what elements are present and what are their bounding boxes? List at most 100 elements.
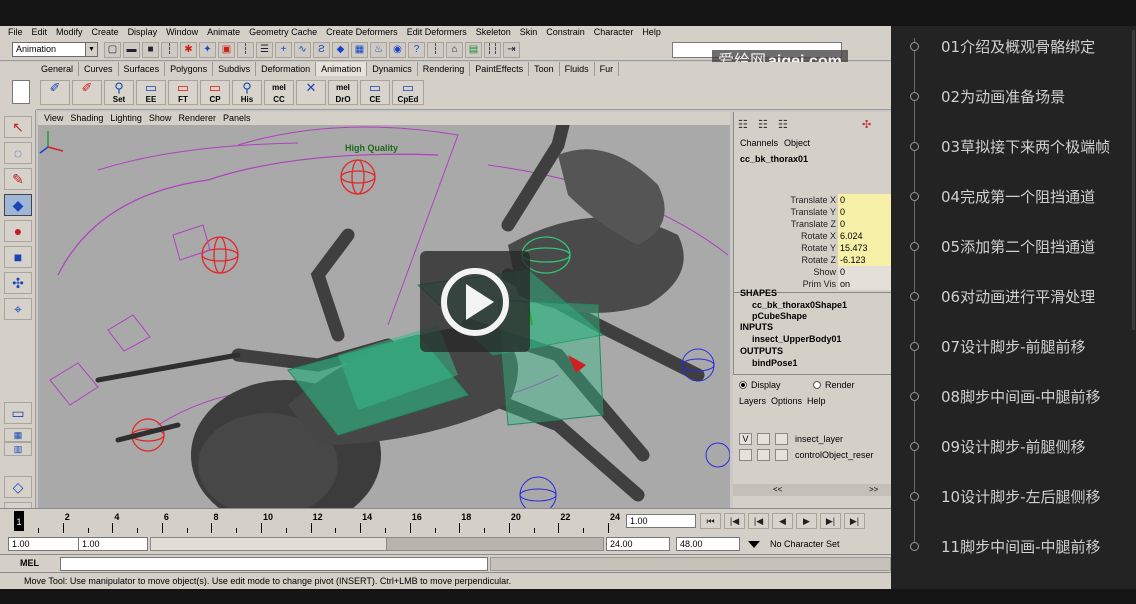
- menu-edit-deformers[interactable]: Edit Deformers: [403, 26, 472, 39]
- shelf-button-cp[interactable]: ▭ CP: [200, 80, 230, 105]
- snap-grid-icon[interactable]: +: [275, 42, 292, 58]
- play-backward-icon[interactable]: ◀: [772, 513, 793, 529]
- chapter-item[interactable]: 08脚步中间画-中腿前移: [891, 378, 1136, 428]
- scroll-left-icon[interactable]: <<: [773, 484, 782, 496]
- render-icon[interactable]: ⌂: [446, 42, 463, 58]
- layer-color-swatch[interactable]: [775, 449, 788, 461]
- channel-row[interactable]: Show 0: [734, 266, 891, 278]
- menu-help[interactable]: Help: [638, 26, 666, 39]
- range-bar[interactable]: [150, 537, 604, 551]
- pin-icon[interactable]: ✣: [862, 118, 871, 131]
- shelf-tab-surfaces[interactable]: Surfaces: [119, 62, 166, 76]
- animation-end-field[interactable]: 48.00: [676, 537, 740, 551]
- shelf-tab-general[interactable]: General: [36, 62, 80, 76]
- shelf-button-ft[interactable]: ▭ FT: [168, 80, 198, 105]
- shelf-button-ee[interactable]: ▭ EE: [136, 80, 166, 105]
- shelf-button-his[interactable]: ⚲ His: [232, 80, 262, 105]
- select-object-icon[interactable]: ✦: [199, 42, 216, 58]
- show-manipulator-icon[interactable]: ✣: [4, 272, 32, 294]
- input-line-icon[interactable]: ⇥: [503, 42, 520, 58]
- menu-skeleton[interactable]: Skeleton: [472, 26, 516, 39]
- 3d-viewport[interactable]: High Quality: [38, 125, 730, 508]
- menu-create[interactable]: Create: [88, 26, 124, 39]
- history-icon[interactable]: ♨: [370, 42, 387, 58]
- channel-row[interactable]: Translate X0: [734, 194, 891, 206]
- shelf-button-bind[interactable]: ✕: [296, 80, 326, 105]
- menu-set-dropdown[interactable]: Animation ▼: [12, 42, 98, 57]
- layer-menu-help[interactable]: Help: [807, 396, 826, 406]
- go-to-start-icon[interactable]: ⏮: [700, 513, 721, 529]
- layer-visibility-toggle[interactable]: [739, 449, 752, 461]
- select-hierarchy-icon[interactable]: ✱: [180, 42, 197, 58]
- snap-view-icon[interactable]: ◆: [332, 42, 349, 58]
- display-radio[interactable]: Display: [739, 380, 781, 390]
- panel-menu-shading[interactable]: Shading: [68, 112, 108, 125]
- play-forward-icon[interactable]: ▶: [796, 513, 817, 529]
- layer-template-toggle[interactable]: [757, 449, 770, 461]
- channel-value[interactable]: 0: [838, 206, 891, 218]
- layer-row[interactable]: controlObject_reser: [737, 448, 891, 462]
- layer-scrollbar[interactable]: << >>: [733, 484, 891, 496]
- snap-live-icon[interactable]: ▦: [351, 42, 368, 58]
- filter-icon[interactable]: ☰: [256, 42, 273, 58]
- shelf-tab-painteffects[interactable]: PaintEffects: [470, 62, 530, 76]
- time-slider[interactable]: 1 2 4 6 8 10 12 14 16 18 20 22 24 1.00 ⏮ |◀ |◀ ◀ ▶ ▶| ▶|: [0, 508, 891, 534]
- menu-character[interactable]: Character: [590, 26, 639, 39]
- panel-menu-show[interactable]: Show: [147, 112, 177, 125]
- shelf-tab-toon[interactable]: Toon: [529, 62, 560, 76]
- open-scene-icon[interactable]: ▬: [123, 42, 140, 58]
- chapter-item[interactable]: 07设计脚步-前腿前移: [891, 328, 1136, 378]
- play-button[interactable]: [420, 251, 530, 352]
- menu-animate[interactable]: Animate: [203, 26, 245, 39]
- current-frame-marker[interactable]: 1: [14, 511, 24, 531]
- new-scene-icon[interactable]: ▢: [104, 42, 121, 58]
- shelf-button-dro[interactable]: mel DrO: [328, 80, 358, 105]
- channel-value[interactable]: 6.024: [838, 230, 891, 242]
- snap-point-icon[interactable]: Ƨ: [313, 42, 330, 58]
- step-forward-frame-icon[interactable]: ▶|: [820, 513, 841, 529]
- output-item[interactable]: bindPose1: [752, 358, 798, 368]
- playlist-scrollbar[interactable]: [1132, 30, 1135, 330]
- render-view-icon[interactable]: ◉: [389, 42, 406, 58]
- channel-box-mode-icon[interactable]: ☷: [738, 118, 748, 131]
- shelf-tab-polygons[interactable]: Polygons: [165, 62, 214, 76]
- layer-row[interactable]: Vinsect_layer: [737, 432, 891, 446]
- chapter-item[interactable]: 02为动画准备场景: [891, 78, 1136, 128]
- channel-row[interactable]: Rotate Y 15.473: [734, 242, 891, 254]
- layer-menu-layers[interactable]: Layers: [739, 396, 766, 406]
- panel-menu-renderer[interactable]: Renderer: [176, 112, 221, 125]
- chapter-item[interactable]: 10设计脚步-左后腿侧移: [891, 478, 1136, 528]
- menu-file[interactable]: File: [4, 26, 28, 39]
- shelf-button-ik-handle[interactable]: ✐: [72, 80, 102, 105]
- layout-persp-icon[interactable]: ◇: [4, 476, 32, 498]
- channel-value[interactable]: 15.473: [838, 242, 891, 254]
- panel-menu-view[interactable]: View: [42, 112, 68, 125]
- ipr-render-icon[interactable]: ▤: [465, 42, 482, 58]
- channel-row[interactable]: Translate Y0: [734, 206, 891, 218]
- select-tool-icon[interactable]: ↖: [4, 116, 32, 138]
- playback-start-field[interactable]: 1.00: [78, 537, 148, 551]
- shelf-tab-curves[interactable]: Curves: [79, 62, 119, 76]
- panel-menu-panels[interactable]: Panels: [221, 112, 256, 125]
- move-tool-icon[interactable]: ◆: [4, 194, 32, 216]
- select-component-icon[interactable]: ▣: [218, 42, 235, 58]
- animation-start-field[interactable]: 1.00: [8, 537, 88, 551]
- range-handle[interactable]: [151, 538, 387, 550]
- shelf-button-cped[interactable]: ▭ CpEd: [392, 80, 424, 105]
- channel-value[interactable]: 0: [838, 218, 891, 230]
- save-scene-icon[interactable]: ■: [142, 42, 159, 58]
- chapter-item[interactable]: 11脚步中间画-中腿前移: [891, 528, 1136, 578]
- layer-template-toggle[interactable]: [757, 433, 770, 445]
- character-set-dropdown[interactable]: No Character Set: [748, 537, 840, 551]
- channel-row[interactable]: Rotate Z -6.123: [734, 254, 891, 266]
- shelf-button-cc[interactable]: mel CC: [264, 80, 294, 105]
- current-frame-field[interactable]: 1.00: [626, 514, 696, 528]
- shape-item[interactable]: cc_bk_thorax0Shape1: [752, 300, 847, 310]
- both-mode-icon[interactable]: ☷: [778, 118, 788, 131]
- shape-item[interactable]: pCubeShape: [752, 311, 807, 321]
- shelf-tab-subdivs[interactable]: Subdivs: [213, 62, 257, 76]
- chapter-item[interactable]: 05添加第二个阻挡通道: [891, 228, 1136, 278]
- scale-tool-icon[interactable]: ■: [4, 246, 32, 268]
- shelf-tab-deformation[interactable]: Deformation: [256, 62, 317, 76]
- layout-four-icon[interactable]: ▦: [4, 428, 32, 442]
